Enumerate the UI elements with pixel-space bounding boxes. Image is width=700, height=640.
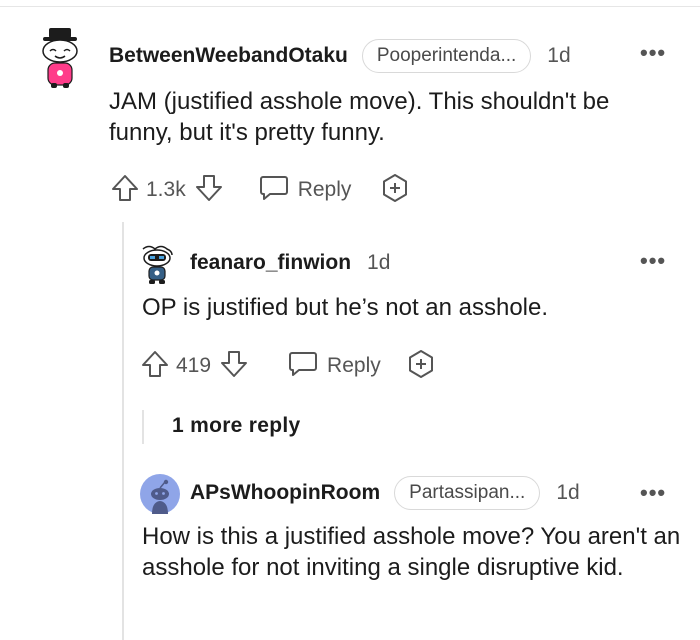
comment-body: OP is justified but he’s not an asshole.: [142, 294, 549, 321]
comment-2-actions: 419 Reply: [140, 347, 437, 385]
more-options-icon[interactable]: •••: [640, 40, 666, 66]
reply-button[interactable]: Reply: [327, 354, 381, 378]
timestamp: 1d: [556, 481, 580, 504]
snoo-top-hat-avatar-icon: [42, 28, 78, 88]
snoo-robot-avatar-icon: [142, 245, 173, 284]
username[interactable]: APsWhoopinRoom: [190, 481, 380, 505]
comment-1-actions: 1.3k Reply: [110, 171, 411, 209]
upvote-icon[interactable]: [140, 349, 170, 384]
thread-line[interactable]: [122, 222, 124, 640]
user-flair: Partassipan...: [394, 476, 541, 510]
username[interactable]: BetweenWeebandOtaku: [109, 44, 348, 68]
reply-icon[interactable]: [258, 173, 290, 208]
default-snoo-avatar-icon: [140, 474, 180, 514]
avatar[interactable]: [36, 27, 84, 89]
username[interactable]: feanaro_finwion: [190, 251, 351, 275]
downvote-icon[interactable]: [219, 349, 249, 384]
more-options-icon[interactable]: •••: [640, 248, 666, 274]
comment-body: How is this a justified asshole move? Yo…: [142, 523, 681, 581]
vote-count: 1.3k: [146, 178, 186, 201]
avatar[interactable]: [140, 474, 180, 514]
collapsed-thread-line: [142, 410, 144, 444]
avatar[interactable]: [140, 243, 174, 285]
upvote-icon[interactable]: [110, 173, 140, 208]
reply-icon[interactable]: [287, 349, 319, 384]
award-icon[interactable]: [405, 348, 437, 385]
comment-1-meta: BetweenWeebandOtaku Pooperintenda... 1d: [109, 38, 571, 74]
more-options-icon[interactable]: •••: [640, 480, 666, 506]
timestamp: 1d: [547, 44, 571, 67]
comment-body: JAM (justified asshole move). This shoul…: [109, 88, 610, 146]
comment-3-meta: APsWhoopinRoom Partassipan... 1d: [190, 475, 580, 511]
more-replies-link[interactable]: 1 more reply: [172, 414, 301, 438]
timestamp: 1d: [367, 251, 391, 274]
user-flair: Pooperintenda...: [361, 39, 532, 73]
award-icon[interactable]: [379, 172, 411, 209]
comment-2-meta: feanaro_finwion 1d: [190, 247, 390, 279]
downvote-icon[interactable]: [194, 173, 224, 208]
top-divider: [0, 6, 700, 7]
reply-button[interactable]: Reply: [298, 178, 352, 202]
vote-count: 419: [176, 354, 212, 377]
